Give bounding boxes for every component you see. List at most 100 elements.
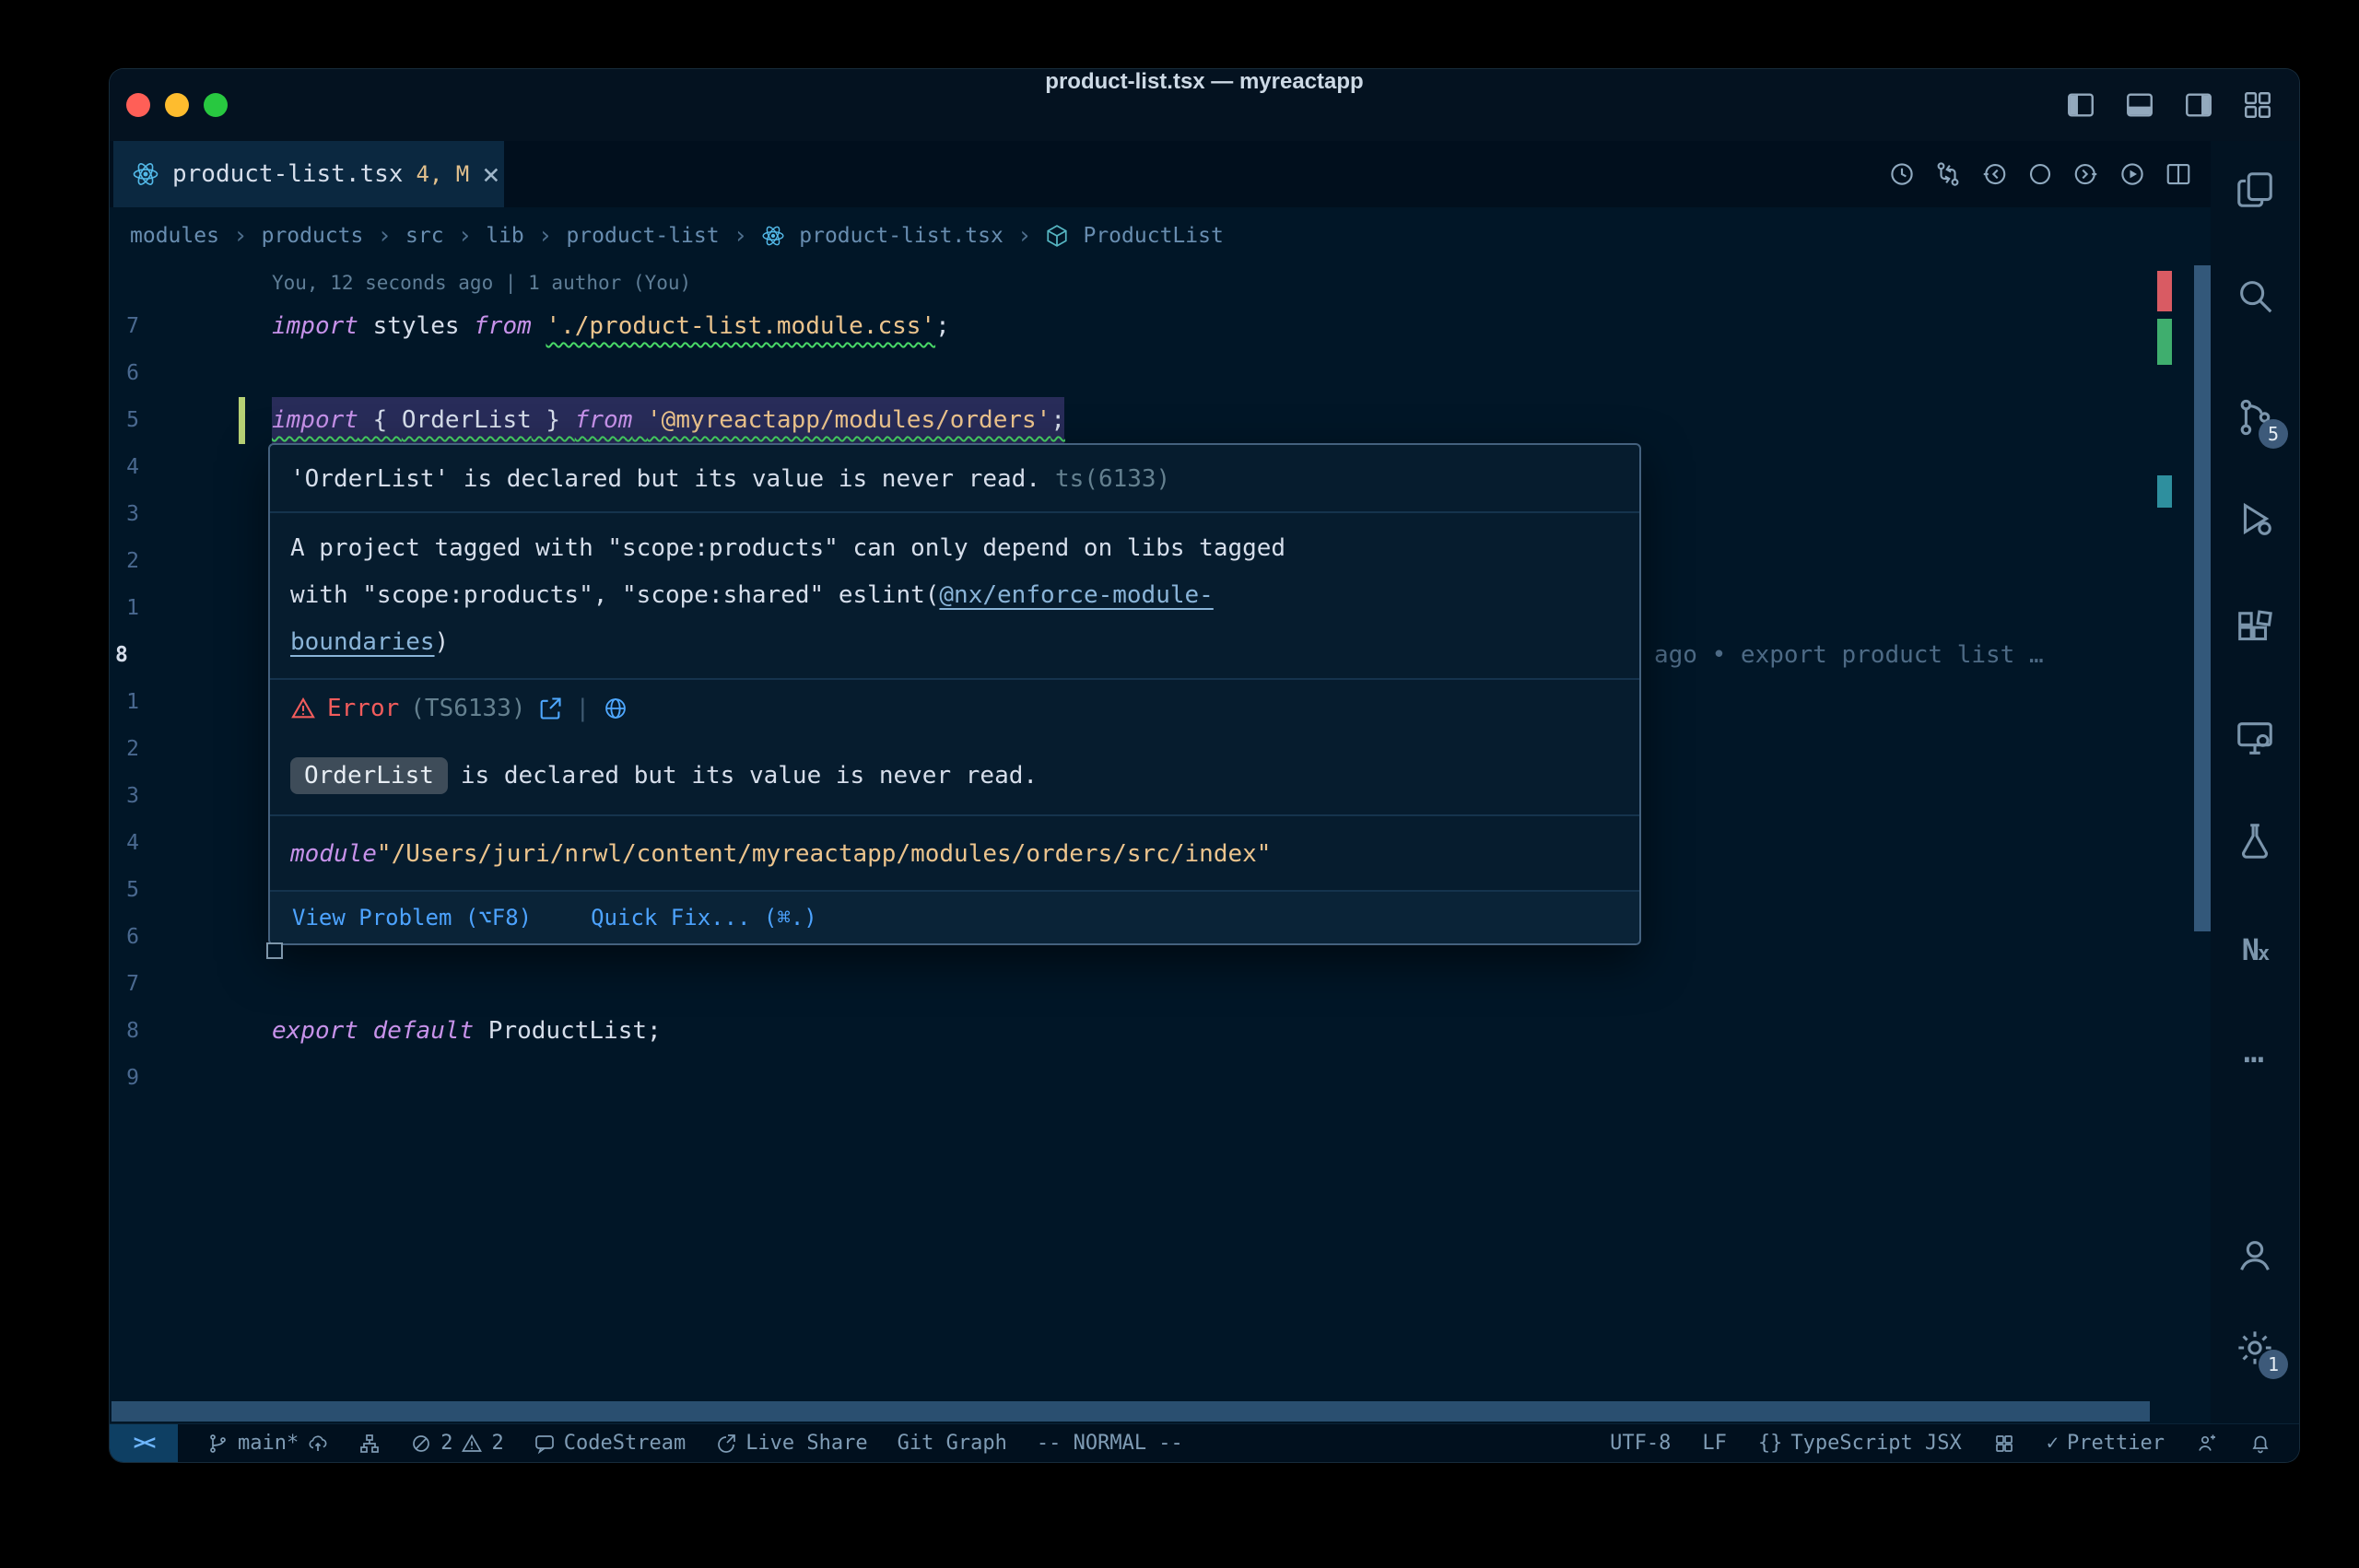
breadcrumb-item-file[interactable]: product-list.tsx	[799, 224, 1003, 248]
nav-forward-icon[interactable]	[2072, 160, 2100, 188]
nav-back-icon[interactable]	[1980, 160, 2008, 188]
eslint-message-line2: with "scope:products", "scope:shared" es…	[290, 572, 1619, 619]
minimize-button[interactable]	[165, 93, 189, 117]
customize-layout-icon[interactable]	[2242, 89, 2273, 121]
toggle-panel-icon[interactable]	[2124, 89, 2155, 121]
eslint-rule-link[interactable]: boundaries	[290, 628, 435, 656]
keyword-module: module	[290, 840, 377, 868]
extensions-icon[interactable]	[2227, 602, 2283, 657]
breadcrumb-item-product-list[interactable]: product-list	[566, 224, 719, 248]
git-graph-item[interactable]: Git Graph	[898, 1432, 1007, 1455]
testing-flask-icon[interactable]	[2227, 813, 2283, 869]
tab-product-list[interactable]: product-list.tsx 4, M ×	[113, 141, 504, 207]
line-number: 3	[110, 773, 139, 820]
horizontal-scrollbar[interactable]	[111, 1401, 2150, 1422]
live-share-icon	[715, 1433, 737, 1455]
problems-item[interactable]: 2 2	[410, 1432, 504, 1455]
language-label: TypeScript JSX	[1790, 1432, 1961, 1455]
eslint-rule-link[interactable]: @nx/enforce-module-	[939, 581, 1213, 609]
hover-resize-handle[interactable]	[266, 942, 283, 959]
line-number: 4	[110, 820, 139, 867]
git-branch-item[interactable]: main*	[207, 1432, 329, 1455]
line-number: 8	[110, 1008, 139, 1055]
hover-detail-row: OrderList is declared but its value is n…	[270, 737, 1639, 816]
breadcrumb-item-lib[interactable]: lib	[486, 224, 524, 248]
editor-pane[interactable]: You, 12 seconds ago | 1 author (You) 7 6…	[110, 264, 2211, 1423]
eslint-message-line1: A project tagged with "scope:products" c…	[290, 525, 1619, 572]
eol-item[interactable]: LF	[1702, 1432, 1727, 1455]
codelens-blame[interactable]: You, 12 seconds ago | 1 author (You)	[272, 272, 691, 294]
source-control-icon[interactable]: 5	[2227, 390, 2283, 445]
keyword-from: from	[575, 406, 633, 434]
git-branch-icon	[207, 1433, 229, 1455]
notifications-item[interactable]	[2249, 1433, 2271, 1455]
more-views-icon[interactable]: ⋯	[2227, 1031, 2283, 1086]
feedback-item[interactable]	[2196, 1433, 2218, 1455]
center-marker-icon[interactable]	[2026, 160, 2054, 188]
react-file-icon	[761, 224, 785, 248]
git-modified-gutter-indicator	[239, 397, 245, 444]
language-mode-item[interactable]: {} TypeScript JSX	[1758, 1432, 1962, 1455]
eslint-message-line3: boundaries)	[290, 619, 1619, 666]
breadcrumb-item-products[interactable]: products	[262, 224, 364, 248]
keyword-import: import	[272, 406, 358, 434]
timeline-history-icon[interactable]	[1888, 160, 1916, 188]
explorer-icon[interactable]	[2227, 162, 2283, 217]
module-path-string: "/Users/juri/nrwl/content/myreactapp/mod…	[377, 840, 1272, 868]
vertical-scrollbar[interactable]	[2194, 265, 2211, 931]
vim-mode-label: -- NORMAL --	[1037, 1432, 1183, 1455]
keyword-default: default	[373, 1017, 475, 1045]
live-share-label: Live Share	[745, 1432, 867, 1455]
code-line-import-orderlist: import { OrderList } from '@myreactapp/m…	[272, 397, 1065, 444]
toggle-primary-sidebar-icon[interactable]	[2065, 89, 2096, 121]
window-title: product-list.tsx — myreactapp	[1045, 69, 1363, 95]
publish-cloud-icon	[307, 1433, 329, 1455]
breadcrumb-item-modules[interactable]: modules	[130, 224, 219, 248]
globe-icon[interactable]	[603, 696, 628, 721]
status-right: UTF-8 LF {} TypeScript JSX ✓ Prettier	[1610, 1432, 2299, 1455]
breadcrumb-separator: ›	[377, 222, 392, 250]
settings-badge: 1	[2259, 1350, 2288, 1379]
line-number: 2	[110, 726, 139, 773]
gitflow-item[interactable]	[358, 1433, 381, 1455]
prettier-item[interactable]: ✓ Prettier	[2047, 1432, 2165, 1455]
hover-footer: View Problem (⌥F8) Quick Fix... (⌘.)	[270, 892, 1639, 943]
breadcrumb-separator: ›	[538, 222, 553, 250]
live-share-item[interactable]: Live Share	[715, 1432, 867, 1455]
breadcrumb-item-symbol[interactable]: ProductList	[1083, 224, 1223, 248]
remote-indicator[interactable]: ><	[110, 1424, 178, 1462]
accounts-icon[interactable]	[2227, 1228, 2283, 1283]
codestream-label: CodeStream	[564, 1432, 686, 1455]
overview-ruler-info-mark	[2157, 475, 2172, 508]
warnings-icon	[461, 1433, 483, 1455]
code-line-export-default: export default ProductList;	[272, 1008, 662, 1055]
view-problem-button[interactable]: View Problem (⌥F8)	[292, 905, 532, 930]
split-editor-icon[interactable]	[2165, 160, 2192, 188]
run-debug-icon[interactable]	[2227, 491, 2283, 546]
nx-console-icon[interactable]: Nx	[2227, 922, 2283, 977]
breadcrumb-separator: ›	[458, 222, 473, 250]
encoding-item[interactable]: UTF-8	[1610, 1432, 1671, 1455]
remote-explorer-icon[interactable]	[2227, 710, 2283, 766]
diagnostics-hover-popup: 'OrderList' is declared but its value is…	[268, 443, 1641, 945]
git-graph-label: Git Graph	[898, 1432, 1007, 1455]
settings-gear-icon[interactable]: 1	[2227, 1320, 2283, 1375]
codestream-icon	[534, 1433, 556, 1455]
vim-mode-indicator[interactable]: -- NORMAL --	[1037, 1432, 1183, 1455]
zoom-button[interactable]	[204, 93, 228, 117]
open-external-icon[interactable]	[537, 696, 563, 721]
close-button[interactable]	[126, 93, 150, 117]
codestream-item[interactable]: CodeStream	[534, 1432, 686, 1455]
breadcrumb-item-src[interactable]: src	[405, 224, 444, 248]
search-icon[interactable]	[2227, 268, 2283, 323]
line-number: 6	[110, 350, 139, 397]
line-number: 5	[110, 867, 139, 914]
tab-close-icon[interactable]: ×	[482, 159, 499, 189]
git-compare-icon[interactable]	[1934, 160, 1962, 188]
toggle-secondary-sidebar-icon[interactable]	[2183, 89, 2214, 121]
extension-status-item[interactable]	[1993, 1433, 2015, 1455]
braces-icon: {}	[1758, 1432, 1783, 1455]
run-file-icon[interactable]	[2118, 160, 2146, 188]
overview-ruler-modified-mark	[2157, 319, 2172, 365]
quick-fix-button[interactable]: Quick Fix... (⌘.)	[591, 905, 817, 930]
